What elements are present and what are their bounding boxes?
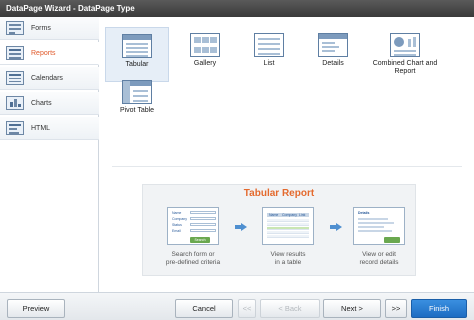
preview-button[interactable]: Preview xyxy=(7,299,65,318)
arrow-right-icon xyxy=(330,223,342,231)
type-details[interactable]: Details xyxy=(301,27,365,82)
type-label: Combined Chart and Report xyxy=(372,60,438,75)
pivot-table-icon xyxy=(122,80,152,104)
mini-label: Name xyxy=(269,213,279,217)
search-form-illustration: Name Company Status Email Search xyxy=(167,207,219,245)
type-preview-panel: Tabular Report Name Company Status Email… xyxy=(142,184,416,276)
type-list[interactable]: List xyxy=(237,27,301,82)
step-caption: View results in a table xyxy=(270,251,306,266)
mini-label: Name xyxy=(172,211,182,215)
list-icon xyxy=(254,33,284,57)
preview-title: Tabular Report xyxy=(243,188,315,199)
form-icon xyxy=(6,21,24,35)
record-details-illustration: Details xyxy=(353,207,405,245)
mini-label: Details xyxy=(358,211,370,215)
sidebar-item-label: HTML xyxy=(31,125,51,132)
window-title: DataPage Wizard - DataPage Type xyxy=(0,0,474,17)
calendar-icon xyxy=(6,71,24,85)
sidebar-item-label: Forms xyxy=(31,25,51,32)
cancel-button[interactable]: Cancel xyxy=(175,299,233,318)
sidebar-item-forms[interactable]: Forms xyxy=(0,17,99,40)
sidebar-item-calendars[interactable]: Calendars xyxy=(0,67,99,90)
results-table-illustration: Name Company Link xyxy=(262,207,314,245)
sidebar-item-label: Reports xyxy=(31,50,56,57)
gallery-icon xyxy=(190,33,220,57)
sidebar-item-html[interactable]: HTML xyxy=(0,117,99,140)
tabular-icon xyxy=(122,34,152,58)
first-page-button[interactable]: << xyxy=(238,299,256,318)
mini-label: Company xyxy=(172,217,187,221)
back-button[interactable]: < Back xyxy=(260,299,320,318)
mini-search-button: Search xyxy=(190,237,210,243)
combined-chart-icon xyxy=(390,33,420,57)
type-label: Gallery xyxy=(193,60,217,67)
arrow-right-icon xyxy=(235,223,247,231)
footer-bar: Preview Cancel << < Back Next > >> Finis… xyxy=(0,292,474,320)
report-icon xyxy=(6,46,24,60)
details-icon xyxy=(318,33,348,57)
sidebar-item-label: Charts xyxy=(31,100,52,107)
divider xyxy=(112,166,462,167)
sidebar-item-charts[interactable]: Charts xyxy=(0,92,99,115)
step-caption: Search form or pre-defined criteria xyxy=(165,251,221,266)
sidebar-item-label: Calendars xyxy=(31,75,63,82)
type-label: List xyxy=(263,60,275,67)
step-caption: View or edit record details xyxy=(359,251,399,266)
type-label: Tabular xyxy=(125,61,149,68)
type-pivot-table[interactable]: Pivot Table xyxy=(105,74,169,129)
mini-label: Status xyxy=(172,223,182,227)
type-label: Details xyxy=(322,60,344,67)
finish-button[interactable]: Finish xyxy=(411,299,467,318)
type-combined-chart-report[interactable]: Combined Chart and Report xyxy=(370,27,440,82)
next-button[interactable]: Next > xyxy=(323,299,381,318)
sidebar-item-reports[interactable]: Reports xyxy=(0,42,99,65)
last-page-button[interactable]: >> xyxy=(385,299,407,318)
mini-label: Email xyxy=(172,229,181,233)
mini-label: Link xyxy=(299,213,306,217)
chart-icon xyxy=(6,96,24,110)
sidebar: Forms Reports Calendars Charts HTML xyxy=(0,17,99,292)
mini-label: Company xyxy=(282,213,297,217)
html-icon xyxy=(6,121,24,135)
type-label: Pivot Table xyxy=(119,107,155,114)
type-gallery[interactable]: Gallery xyxy=(173,27,237,82)
